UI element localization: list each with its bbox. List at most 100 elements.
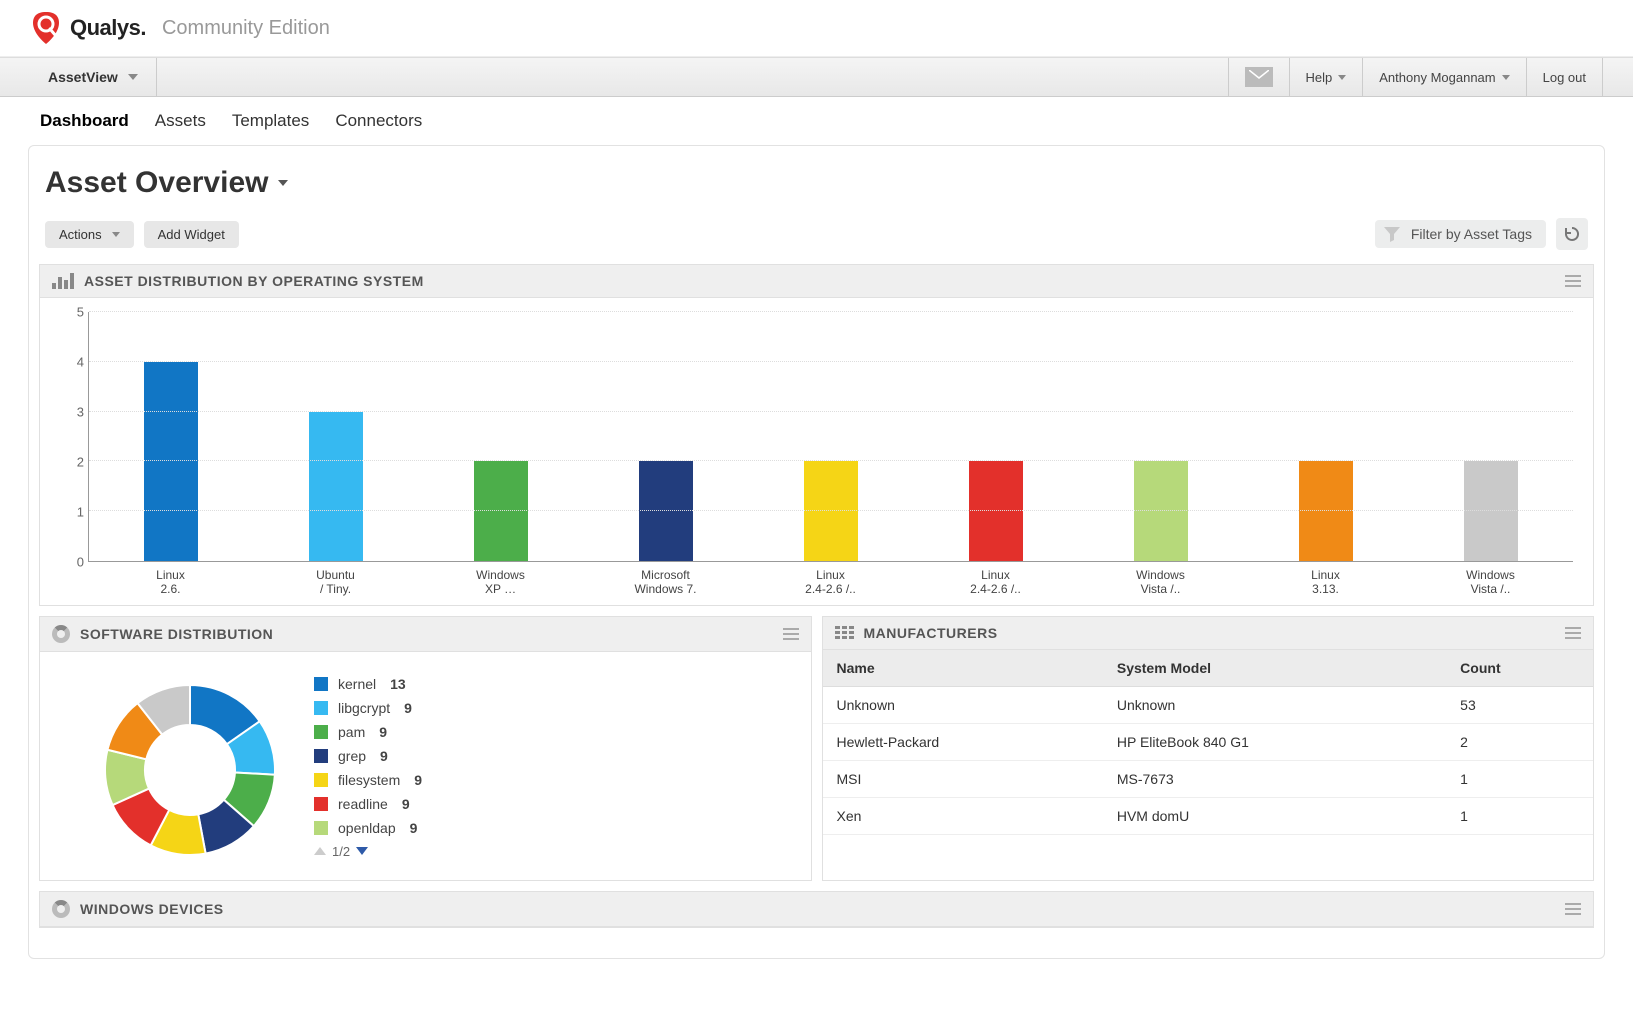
legend-value: 9	[410, 820, 418, 836]
brand-block: Qualys. Community Edition	[30, 10, 330, 46]
user-menu[interactable]: Anthony Mogannam	[1363, 58, 1525, 96]
tab-assets[interactable]: Assets	[155, 111, 206, 131]
legend-swatch	[314, 701, 328, 715]
y-tick: 0	[77, 555, 84, 570]
legend-item[interactable]: openldap 9	[314, 820, 422, 836]
bar[interactable]	[309, 412, 363, 561]
refresh-button[interactable]	[1556, 218, 1588, 250]
legend-item[interactable]: readline9	[314, 796, 422, 812]
x-label: WindowsXP …	[418, 562, 583, 597]
cell-name: Unknown	[823, 686, 1103, 723]
tab-templates[interactable]: Templates	[232, 111, 309, 131]
y-tick: 2	[77, 455, 84, 470]
table-row[interactable]: MSIMS-76731	[823, 760, 1594, 797]
legend-swatch	[314, 773, 328, 787]
widget-title: ASSET DISTRIBUTION BY OPERATING SYSTEM	[84, 273, 424, 289]
y-tick: 1	[77, 505, 84, 520]
bar[interactable]	[639, 461, 693, 561]
pager-prev-icon[interactable]	[314, 847, 326, 855]
widget-menu-button[interactable]	[1565, 903, 1581, 915]
bar[interactable]	[1134, 461, 1188, 561]
logout-link[interactable]: Log out	[1527, 58, 1602, 96]
legend-item[interactable]: libgcrypt9	[314, 700, 422, 716]
x-label: WindowsVista /..	[1078, 562, 1243, 597]
top-toolbar: AssetView Help Anthony Mogannam Log out	[0, 57, 1633, 97]
manufacturers-table: Name System Model Count UnknownUnknown53…	[823, 650, 1594, 835]
hamburger-icon	[1565, 275, 1581, 287]
widget-menu-button[interactable]	[783, 628, 799, 640]
bar[interactable]	[804, 461, 858, 561]
legend-swatch	[314, 821, 328, 835]
y-tick: 3	[77, 405, 84, 420]
widget-menu-button[interactable]	[1565, 275, 1581, 287]
software-donut-chart[interactable]	[90, 670, 290, 870]
bar[interactable]	[969, 461, 1023, 561]
legend-swatch	[314, 749, 328, 763]
x-label: Linux2.4-2.6 /..	[748, 562, 913, 597]
logout-label: Log out	[1543, 70, 1586, 85]
chevron-down-icon	[128, 74, 138, 80]
legend-item[interactable]: kernel13	[314, 676, 422, 692]
legend-value: 9	[380, 748, 388, 764]
bar[interactable]	[474, 461, 528, 561]
legend-item[interactable]: pam9	[314, 724, 422, 740]
add-widget-button[interactable]: Add Widget	[144, 221, 239, 248]
main-panel: Asset Overview Actions Add Widget Filter…	[28, 145, 1605, 959]
nav-tabs: Dashboard Assets Templates Connectors	[0, 97, 1633, 145]
help-menu[interactable]: Help	[1290, 58, 1363, 96]
cell-count: 53	[1446, 686, 1593, 723]
legend-swatch	[314, 797, 328, 811]
widget-software-distribution: SOFTWARE DISTRIBUTION kernel13 libgcrypt9…	[39, 616, 812, 881]
table-row[interactable]: XenHVM domU1	[823, 797, 1594, 834]
col-name[interactable]: Name	[823, 650, 1103, 687]
actions-button[interactable]: Actions	[45, 221, 134, 248]
software-legend: kernel13libgcrypt9pam9grep9filesystem9re…	[314, 670, 422, 859]
table-row[interactable]: UnknownUnknown53	[823, 686, 1594, 723]
cell-name: MSI	[823, 760, 1103, 797]
bar[interactable]	[144, 362, 198, 561]
refresh-icon	[1563, 225, 1581, 243]
legend-item[interactable]: filesystem9	[314, 772, 422, 788]
add-widget-label: Add Widget	[158, 227, 225, 242]
hamburger-icon	[1565, 903, 1581, 915]
widget-menu-button[interactable]	[1565, 627, 1581, 639]
brand-name: Qualys.	[70, 15, 146, 41]
bar[interactable]	[1299, 461, 1353, 561]
brand-edition: Community Edition	[162, 17, 330, 40]
legend-value: 9	[402, 796, 410, 812]
filter-label: Filter by Asset Tags	[1411, 226, 1532, 242]
table-row[interactable]: Hewlett-PackardHP EliteBook 840 G12	[823, 723, 1594, 760]
legend-swatch	[314, 677, 328, 691]
col-count[interactable]: Count	[1446, 650, 1593, 687]
filter-by-tags-button[interactable]: Filter by Asset Tags	[1375, 220, 1546, 248]
widget-title: MANUFACTURERS	[864, 625, 998, 641]
legend-name: filesystem	[338, 772, 400, 788]
tab-connectors[interactable]: Connectors	[335, 111, 422, 131]
mail-button[interactable]	[1229, 58, 1289, 96]
col-model[interactable]: System Model	[1103, 650, 1446, 687]
widget-windows-devices: WINDOWS DEVICES	[39, 891, 1594, 928]
actions-label: Actions	[59, 227, 102, 242]
module-selector-label: AssetView	[48, 69, 118, 85]
cell-model: MS-7673	[1103, 760, 1446, 797]
widget-manufacturers: MANUFACTURERS Name System Model Count Un…	[822, 616, 1595, 881]
legend-name: grep	[338, 748, 366, 764]
legend-name: openldap	[338, 820, 396, 836]
bar[interactable]	[1464, 461, 1518, 561]
app-header: Qualys. Community Edition	[0, 0, 1633, 57]
page-title: Asset Overview	[45, 166, 268, 200]
user-name: Anthony Mogannam	[1379, 70, 1495, 85]
tab-dashboard[interactable]: Dashboard	[40, 111, 129, 131]
cell-model: Unknown	[1103, 686, 1446, 723]
pager-next-icon[interactable]	[356, 847, 368, 855]
module-selector[interactable]: AssetView	[30, 58, 157, 96]
legend-item[interactable]: grep 9	[314, 748, 422, 764]
widget-title: SOFTWARE DISTRIBUTION	[80, 626, 273, 642]
legend-name: pam	[338, 724, 365, 740]
chevron-down-icon	[1502, 75, 1510, 80]
legend-swatch	[314, 725, 328, 739]
page-title-dropdown-icon[interactable]	[278, 180, 288, 186]
os-bar-chart[interactable]: 012345	[60, 312, 1573, 562]
help-label: Help	[1306, 70, 1333, 85]
legend-value: 13	[390, 676, 406, 692]
